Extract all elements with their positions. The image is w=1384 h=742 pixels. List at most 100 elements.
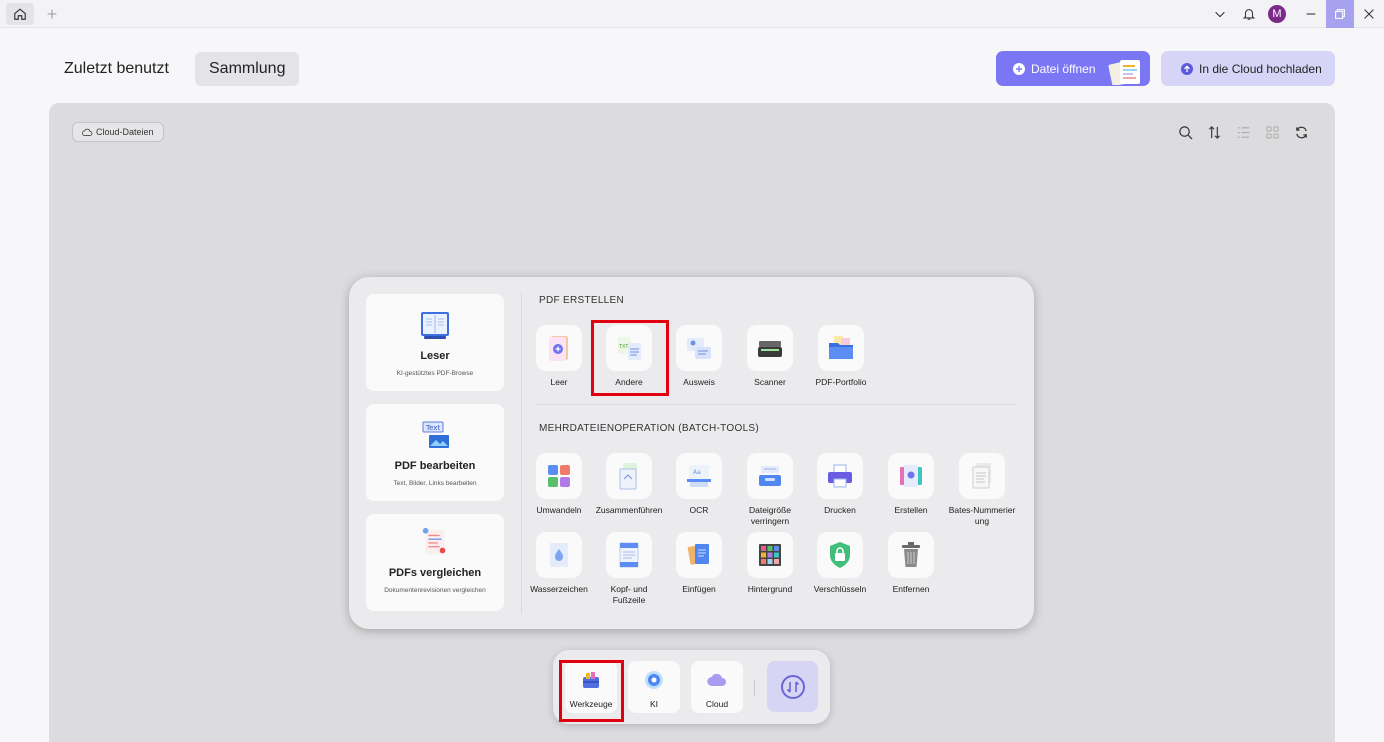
insert-page-icon: [687, 544, 709, 565]
dock-cloud[interactable]: Cloud: [691, 661, 743, 713]
notifications-button[interactable]: [1235, 3, 1263, 25]
tool-pdf-portfolio[interactable]: PDF-Portfolio: [806, 325, 876, 388]
tool-ocr[interactable]: Aa OCR: [664, 453, 734, 516]
id-card-icon: [687, 338, 711, 359]
search-icon: [1178, 125, 1192, 139]
edit-text-icon: Text: [422, 421, 449, 448]
open-file-button[interactable]: Datei öffnen: [996, 51, 1150, 86]
cloud-icon: [707, 673, 726, 687]
search-button[interactable]: [1176, 123, 1194, 141]
tool-compress[interactable]: Dateigröße verringern: [735, 453, 805, 527]
tool-ocr-label: OCR: [689, 505, 709, 515]
view-toolbar: [1176, 123, 1310, 141]
tool-blank[interactable]: Leer: [524, 325, 594, 388]
tab-recent[interactable]: Zuletzt benutzt: [50, 52, 183, 86]
grid-view-icon: [1265, 125, 1279, 139]
documents-illustration-icon: [1108, 60, 1140, 85]
refresh-button[interactable]: [1292, 123, 1310, 141]
compress-icon: [759, 466, 781, 486]
book-icon: [421, 312, 449, 339]
tool-insert-label: Einfügen: [682, 584, 716, 594]
list-view-button[interactable]: [1234, 123, 1252, 141]
new-tab-button[interactable]: [38, 3, 66, 25]
list-view-icon: [1237, 126, 1249, 138]
tab-list-button[interactable]: [1206, 3, 1234, 25]
avatar[interactable]: M: [1268, 5, 1286, 23]
close-button[interactable]: [1355, 3, 1383, 25]
panel-divider-vertical: [521, 292, 522, 614]
tool-blank-label: Leer: [550, 377, 568, 387]
blank-page-icon: [549, 336, 568, 361]
sort-icon: [1208, 125, 1220, 139]
dock-sync-button[interactable]: [767, 661, 818, 712]
tool-insert[interactable]: Einfügen: [664, 532, 734, 595]
tool-watermark-label: Wasserzeichen: [530, 584, 588, 594]
tool-bates-numbering[interactable]: Bates-Nummerier ung: [947, 453, 1017, 527]
cloud-upload-label: In die Cloud hochladen: [1199, 61, 1322, 76]
title-bar: M: [0, 0, 1384, 28]
tool-create-label: Erstellen: [894, 505, 928, 515]
refresh-icon: [1295, 126, 1307, 138]
dock-cloud-label: Cloud: [705, 699, 729, 709]
tool-merge[interactable]: Zusammenführen: [594, 453, 664, 516]
tool-id-card[interactable]: Ausweis: [664, 325, 734, 388]
lock-shield-icon: [830, 542, 850, 568]
ocr-icon: Aa: [687, 465, 711, 487]
dock-ai[interactable]: KI: [628, 661, 680, 713]
trash-icon: [902, 542, 920, 567]
restore-icon: [1335, 9, 1345, 19]
cloud-files-chip[interactable]: Cloud-Dateien: [72, 122, 164, 142]
tools-panel: Leser KI-gestütztes PDF-Browse Text PDF …: [349, 277, 1034, 629]
restore-button[interactable]: [1326, 0, 1354, 28]
reader-card[interactable]: Leser KI-gestütztes PDF-Browse: [366, 294, 504, 391]
minimize-button[interactable]: [1297, 3, 1325, 25]
highlight-box-tools: [559, 660, 624, 722]
tool-create[interactable]: Erstellen: [876, 453, 946, 516]
tool-convert[interactable]: Umwandeln: [524, 453, 594, 516]
tool-bates-numbering-label: Bates-Nummerier ung: [948, 505, 1016, 526]
edit-pdf-title: PDF bearbeiten: [394, 460, 476, 472]
tool-scanner-label: Scanner: [754, 377, 786, 387]
sync-icon: [780, 674, 805, 699]
home-tab-button[interactable]: [6, 3, 34, 25]
tool-encrypt-label: Verschlüsseln: [813, 584, 867, 594]
sort-button[interactable]: [1205, 123, 1223, 141]
tool-convert-label: Umwandeln: [536, 505, 582, 515]
svg-text:Text: Text: [425, 424, 440, 432]
ai-icon: [645, 671, 663, 689]
tool-print[interactable]: Drucken: [805, 453, 875, 516]
bottom-dock: Werkzeuge KI Cloud: [553, 650, 830, 724]
tab-collection[interactable]: Sammlung: [195, 52, 300, 86]
convert-icon: [548, 465, 570, 487]
printer-icon: [828, 464, 852, 488]
grid-view-button[interactable]: [1263, 123, 1281, 141]
tool-id-card-label: Ausweis: [683, 377, 715, 387]
compare-pdfs-subtitle: Dokumentenrevisionen vergleichen: [384, 587, 486, 594]
tool-scanner[interactable]: Scanner: [735, 325, 805, 388]
bates-numbering-icon: [972, 463, 991, 489]
tool-header-footer[interactable]: Kopf- und Fußzeile: [594, 532, 664, 606]
edit-pdf-card[interactable]: Text PDF bearbeiten Text, Bilder, Links …: [366, 404, 504, 501]
tool-encrypt[interactable]: Verschlüsseln: [805, 532, 875, 595]
compare-pdfs-card[interactable]: PDFs vergleichen Dokumentenrevisionen ve…: [366, 514, 504, 611]
tool-print-label: Drucken: [824, 505, 856, 515]
minimize-icon: [1306, 13, 1316, 15]
plus-icon: [47, 9, 57, 19]
merge-icon: [619, 463, 637, 490]
chevron-down-icon: [1215, 11, 1225, 18]
tool-watermark[interactable]: Wasserzeichen: [524, 532, 594, 595]
tool-remove[interactable]: Entfernen: [876, 532, 946, 595]
background-grid-icon: [759, 544, 781, 566]
tool-remove-label: Entfernen: [892, 584, 930, 594]
tool-background[interactable]: Hintergrund: [735, 532, 805, 595]
compare-pdfs-title: PDFs vergleichen: [388, 567, 482, 579]
tool-background-label: Hintergrund: [747, 584, 793, 594]
panel-divider-horizontal: [536, 404, 1016, 405]
reader-subtitle: KI-gestütztes PDF-Browse: [396, 370, 474, 377]
dock-ai-label: KI: [649, 699, 659, 709]
create-pdf-icon: [900, 465, 922, 487]
watermark-icon: [550, 543, 568, 567]
cloud-upload-button[interactable]: In die Cloud hochladen: [1161, 51, 1335, 86]
open-file-label: Datei öffnen: [1031, 61, 1096, 76]
bell-icon: [1242, 9, 1256, 20]
